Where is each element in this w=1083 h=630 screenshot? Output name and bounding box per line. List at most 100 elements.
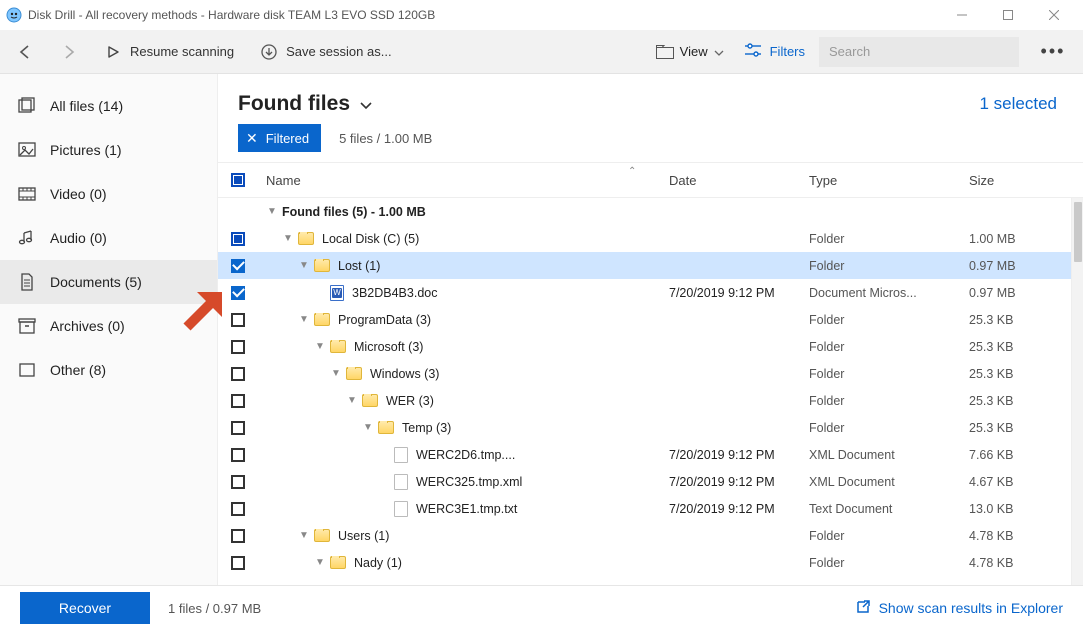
table-row[interactable]: WERC2D6.tmp....7/20/2019 9:12 PMXML Docu… [218, 441, 1083, 468]
row-checkbox[interactable] [231, 448, 245, 462]
table-row[interactable]: ▼Lost (1)Folder0.97 MB [218, 252, 1083, 279]
file-icon [394, 447, 408, 463]
sidebar-item[interactable]: Audio (0) [0, 216, 217, 260]
row-checkbox[interactable] [231, 394, 245, 408]
filtered-chip[interactable]: ✕ Filtered [238, 124, 321, 152]
row-checkbox[interactable] [231, 367, 245, 381]
row-size: 0.97 MB [961, 286, 1071, 300]
file-icon [394, 474, 408, 490]
row-name: Local Disk (C) (5) [322, 232, 419, 246]
maximize-button[interactable] [985, 0, 1031, 30]
table-row[interactable]: ▼Nady (1)Folder4.78 KB [218, 549, 1083, 576]
play-icon [104, 43, 122, 61]
found-files-title: Found files [238, 92, 350, 116]
table-row[interactable]: WERC3E1.tmp.txt7/20/2019 9:12 PMText Doc… [218, 495, 1083, 522]
disclosure-triangle-icon[interactable]: ▼ [298, 260, 310, 271]
forward-button[interactable] [54, 36, 84, 68]
filters-label: Filters [770, 44, 805, 59]
window-controls [939, 0, 1077, 30]
column-name[interactable]: Name [258, 173, 661, 188]
window-title: Disk Drill - All recovery methods - Hard… [28, 8, 939, 22]
table-body: ▼Found files (5) - 1.00 MB▼Local Disk (C… [218, 198, 1083, 576]
sidebar-item[interactable]: Archives (0) [0, 304, 217, 348]
row-type: Folder [801, 529, 961, 543]
more-menu-button[interactable]: ••• [1033, 41, 1073, 62]
filters-button[interactable]: Filters [744, 43, 805, 60]
table-row[interactable]: ▼Found files (5) - 1.00 MB [218, 198, 1083, 225]
row-size: 25.3 KB [961, 340, 1071, 354]
folder-view-icon [656, 43, 674, 61]
table-row[interactable]: WERC325.tmp.xml7/20/2019 9:12 PMXML Docu… [218, 468, 1083, 495]
row-checkbox[interactable] [231, 259, 245, 273]
titlebar: Disk Drill - All recovery methods - Hard… [0, 0, 1083, 30]
disclosure-triangle-icon[interactable]: ▼ [314, 341, 326, 352]
search-input[interactable] [819, 37, 1019, 67]
sidebar-item-label: Archives (0) [50, 318, 125, 334]
back-button[interactable] [10, 36, 40, 68]
table-row[interactable]: ▼Microsoft (3)Folder25.3 KB [218, 333, 1083, 360]
sidebar-item-label: Other (8) [50, 362, 106, 378]
table-row[interactable]: ▼Temp (3)Folder25.3 KB [218, 414, 1083, 441]
row-checkbox[interactable] [231, 421, 245, 435]
row-name: WERC2D6.tmp.... [416, 448, 515, 462]
select-all-checkbox[interactable] [231, 173, 245, 187]
row-size: 4.78 KB [961, 529, 1071, 543]
row-size: 25.3 KB [961, 367, 1071, 381]
row-checkbox[interactable] [231, 286, 245, 300]
row-name: Microsoft (3) [354, 340, 423, 354]
disclosure-triangle-icon[interactable]: ▼ [298, 530, 310, 541]
view-dropdown[interactable]: View [656, 43, 724, 61]
row-size: 7.66 KB [961, 448, 1071, 462]
scrollbar-thumb[interactable] [1074, 202, 1082, 262]
show-in-explorer-link[interactable]: Show scan results in Explorer [855, 599, 1063, 618]
close-button[interactable] [1031, 0, 1077, 30]
filtered-chip-label: Filtered [266, 131, 309, 146]
disclosure-triangle-icon[interactable]: ▼ [346, 395, 358, 406]
minimize-button[interactable] [939, 0, 985, 30]
column-type[interactable]: Type [801, 173, 961, 188]
resume-scanning-button[interactable]: Resume scanning [98, 36, 240, 68]
picture-icon [18, 141, 36, 159]
disclosure-triangle-icon[interactable]: ▼ [266, 206, 278, 217]
column-date[interactable]: Date [661, 173, 801, 188]
row-checkbox[interactable] [231, 313, 245, 327]
vertical-scrollbar[interactable] [1071, 198, 1083, 585]
row-size: 25.3 KB [961, 394, 1071, 408]
disclosure-triangle-icon[interactable]: ▼ [362, 422, 374, 433]
table-row[interactable]: 3B2DB4B3.doc7/20/2019 9:12 PMDocument Mi… [218, 279, 1083, 306]
recover-button[interactable]: Recover [20, 592, 150, 624]
row-date: 7/20/2019 9:12 PM [661, 448, 801, 462]
video-icon [18, 185, 36, 203]
row-name: WERC325.tmp.xml [416, 475, 522, 489]
table-row[interactable]: ▼Local Disk (C) (5)Folder1.00 MB [218, 225, 1083, 252]
stack-icon [18, 97, 36, 115]
sidebar-item[interactable]: Video (0) [0, 172, 217, 216]
row-checkbox[interactable] [231, 340, 245, 354]
folder-icon [378, 421, 394, 434]
sidebar-item[interactable]: Pictures (1) [0, 128, 217, 172]
sidebar-item[interactable]: Documents (5) [0, 260, 217, 304]
column-size[interactable]: Size [961, 173, 1071, 188]
row-name: 3B2DB4B3.doc [352, 286, 437, 300]
table-row[interactable]: ▼Windows (3)Folder25.3 KB [218, 360, 1083, 387]
row-type: Folder [801, 556, 961, 570]
table-row[interactable]: ▼ProgramData (3)Folder25.3 KB [218, 306, 1083, 333]
table-row[interactable]: ▼WER (3)Folder25.3 KB [218, 387, 1083, 414]
row-size: 25.3 KB [961, 313, 1071, 327]
row-checkbox[interactable] [231, 475, 245, 489]
sidebar-item[interactable]: Other (8) [0, 348, 217, 392]
sidebar-item[interactable]: All files (14) [0, 84, 217, 128]
row-type: Folder [801, 259, 961, 273]
row-checkbox[interactable] [231, 556, 245, 570]
row-checkbox[interactable] [231, 502, 245, 516]
row-checkbox[interactable] [231, 232, 245, 246]
found-files-title-dropdown[interactable]: Found files [238, 92, 372, 116]
save-session-button[interactable]: Save session as... [254, 36, 398, 68]
row-checkbox[interactable] [231, 529, 245, 543]
sliders-icon [744, 43, 762, 60]
disclosure-triangle-icon[interactable]: ▼ [298, 314, 310, 325]
disclosure-triangle-icon[interactable]: ▼ [330, 368, 342, 379]
disclosure-triangle-icon[interactable]: ▼ [314, 557, 326, 568]
disclosure-triangle-icon[interactable]: ▼ [282, 233, 294, 244]
table-row[interactable]: ▼Users (1)Folder4.78 KB [218, 522, 1083, 549]
